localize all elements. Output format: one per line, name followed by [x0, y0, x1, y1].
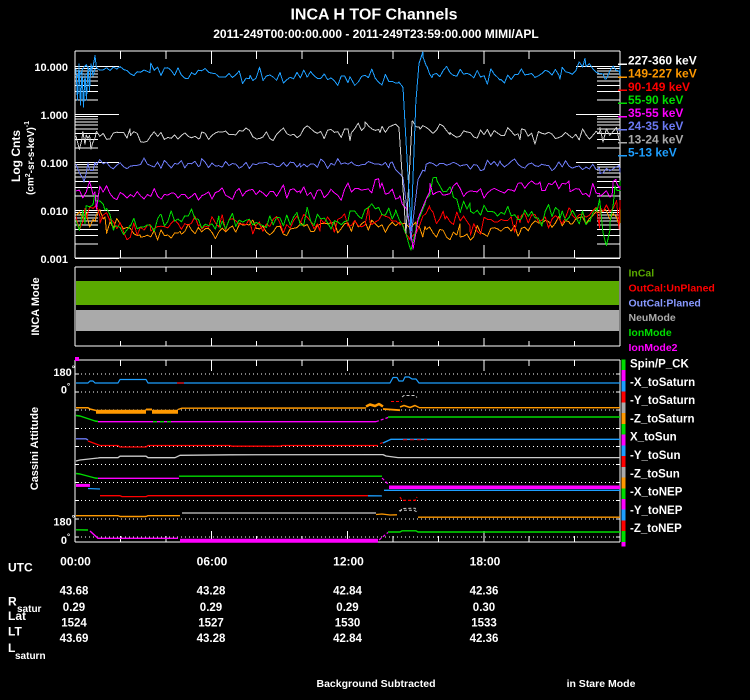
svg-text:35-55 keV: 35-55 keV	[628, 106, 683, 120]
svg-text:2011-249T00:00:00.000 - 2011-2: 2011-249T00:00:00.000 - 2011-249T23:59:0…	[213, 27, 539, 41]
svg-text:0.30: 0.30	[473, 602, 495, 614]
svg-text:InCal: InCal	[629, 268, 655, 280]
svg-text:180: 180	[53, 517, 71, 529]
svg-text:1530: 1530	[335, 618, 361, 630]
svg-text:42.84: 42.84	[333, 586, 362, 598]
svg-text:X_toSun: X_toSun	[630, 432, 677, 444]
svg-text:43.69: 43.69	[60, 633, 89, 645]
svg-text:IonMode: IonMode	[629, 327, 672, 339]
svg-text:18:00: 18:00	[470, 555, 501, 569]
svg-text:55-90 keV: 55-90 keV	[628, 93, 683, 107]
svg-text:1524: 1524	[61, 618, 87, 630]
svg-text:-Z_toSun: -Z_toSun	[630, 468, 680, 480]
svg-text:1533: 1533	[471, 618, 497, 630]
svg-text:Spin/P_CK: Spin/P_CK	[630, 359, 689, 371]
svg-text:OutCal:UnPlaned: OutCal:UnPlaned	[629, 282, 715, 294]
svg-text:0.010: 0.010	[40, 206, 68, 218]
svg-text:06:00: 06:00	[197, 555, 228, 569]
svg-text:°: °	[67, 532, 70, 541]
svg-text:42.84: 42.84	[333, 633, 362, 645]
svg-text:R: R	[8, 595, 17, 609]
svg-text:Background Subtracted: Background Subtracted	[316, 678, 435, 690]
svg-text:10.000: 10.000	[34, 62, 68, 74]
svg-text:42.36: 42.36	[470, 633, 499, 645]
svg-text:00:00: 00:00	[60, 555, 91, 569]
svg-text:INCA Mode: INCA Mode	[30, 277, 42, 335]
svg-text:in Stare Mode: in Stare Mode	[567, 678, 636, 690]
svg-text:IonMode2: IonMode2	[629, 342, 678, 354]
svg-text:1.000: 1.000	[40, 110, 68, 122]
svg-text:42.36: 42.36	[470, 586, 499, 598]
svg-text:Lat: Lat	[8, 609, 26, 623]
svg-text:Cassini Attitude: Cassini Attitude	[29, 407, 41, 490]
svg-text:0.001: 0.001	[40, 254, 68, 266]
svg-text:-X_toNEP: -X_toNEP	[630, 487, 683, 499]
svg-text:5-13 keV: 5-13 keV	[628, 145, 677, 159]
svg-text:LT: LT	[8, 624, 22, 638]
svg-text:0.29: 0.29	[200, 602, 222, 614]
svg-text:13-24 keV: 13-24 keV	[628, 132, 683, 146]
svg-text:0.100: 0.100	[40, 158, 68, 170]
svg-text:43.28: 43.28	[197, 633, 226, 645]
svg-text:-Y_toSun: -Y_toSun	[630, 450, 680, 462]
svg-text:24-35 keV: 24-35 keV	[628, 119, 683, 133]
svg-text:(cm2-sr-s-keV)-1: (cm2-sr-s-keV)-1	[24, 121, 37, 195]
svg-text:180: 180	[53, 367, 71, 379]
svg-text:43.68: 43.68	[60, 586, 89, 598]
svg-text:1527: 1527	[198, 618, 224, 630]
svg-text:12:00: 12:00	[333, 555, 364, 569]
svg-text:-Y_toNEP: -Y_toNEP	[630, 505, 683, 517]
svg-text:°: °	[67, 382, 70, 391]
svg-text:°: °	[72, 514, 75, 523]
svg-text:NeuMode: NeuMode	[629, 312, 676, 324]
svg-text:INCA H TOF Channels: INCA H TOF Channels	[290, 7, 457, 24]
svg-text:43.28: 43.28	[197, 586, 226, 598]
svg-text:-Z_toSaturn: -Z_toSaturn	[630, 413, 695, 425]
svg-text:°: °	[72, 365, 75, 374]
svg-text:-X_toSaturn: -X_toSaturn	[630, 377, 695, 389]
svg-text:OutCal:Planed: OutCal:Planed	[629, 297, 701, 309]
svg-text:saturn: saturn	[15, 651, 46, 662]
svg-text:0.29: 0.29	[336, 602, 358, 614]
svg-text:90-149 keV: 90-149 keV	[628, 80, 690, 94]
svg-text:-Z_toNEP: -Z_toNEP	[630, 523, 682, 535]
svg-text:-Y_toSaturn: -Y_toSaturn	[630, 395, 695, 407]
svg-text:0.29: 0.29	[63, 602, 85, 614]
svg-text:Log Cnts: Log Cnts	[9, 130, 23, 182]
svg-text:149-227 keV: 149-227 keV	[628, 67, 697, 81]
svg-text:227-360 keV: 227-360 keV	[628, 54, 697, 68]
svg-text:UTC: UTC	[8, 561, 33, 575]
